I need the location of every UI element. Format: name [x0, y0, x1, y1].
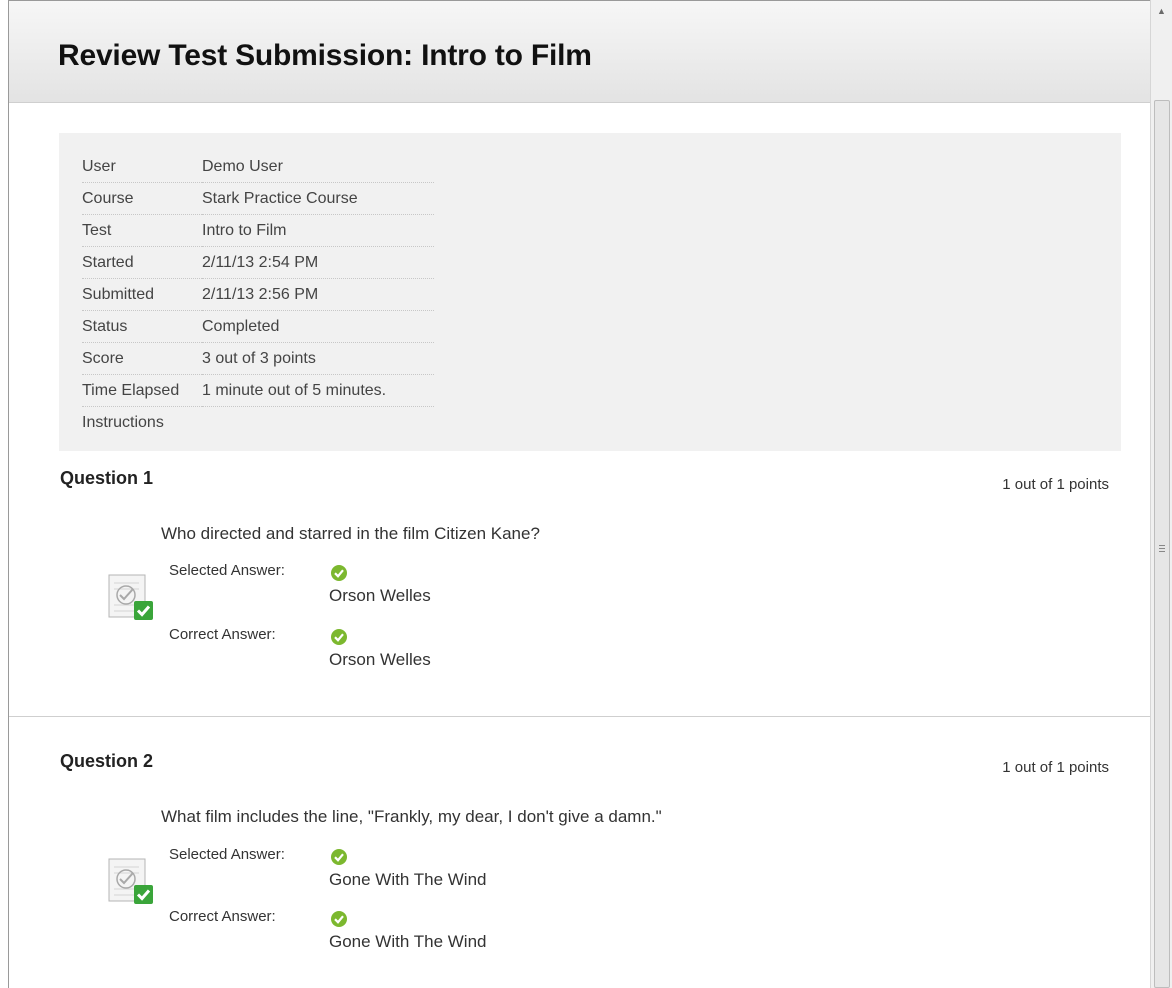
question-title: Question 2 [60, 751, 154, 771]
details-row: Status Completed [82, 310, 434, 343]
question-text: What film includes the line, "Frankly, m… [161, 807, 662, 826]
details-row: Course Stark Practice Course [82, 182, 434, 215]
details-row: Instructions [82, 407, 434, 439]
question-text: Who directed and starred in the film Cit… [161, 524, 540, 543]
grip-line [1159, 548, 1165, 549]
vertical-scrollbar[interactable]: ▲ [1150, 0, 1172, 988]
page-header: Review Test Submission: Intro to Film [9, 1, 1150, 103]
detail-value: Demo User [202, 151, 434, 183]
detail-label: Time Elapsed [82, 374, 202, 407]
details-row: Time Elapsed 1 minute out of 5 minutes. [82, 374, 434, 407]
submission-details: User Demo User Course Stark Practice Cours… [59, 133, 1121, 451]
page-title: Review Test Submission: Intro to Film [58, 39, 592, 72]
graded-correct-icon [105, 857, 155, 907]
graded-correct-icon [105, 573, 155, 623]
detail-label: Instructions [82, 413, 164, 431]
grip-line [1159, 551, 1165, 552]
details-row: User Demo User [82, 151, 434, 183]
question-points: 1 out of 1 points [1002, 476, 1109, 493]
correct-answer-label: Correct Answer: [169, 626, 276, 643]
detail-value: 2/11/13 2:56 PM [202, 278, 434, 311]
question-points: 1 out of 1 points [1002, 759, 1109, 776]
details-row: Submitted 2/11/13 2:56 PM [82, 278, 434, 311]
check-icon [330, 628, 348, 646]
detail-label: Course [82, 182, 202, 215]
detail-value: Completed [202, 310, 434, 343]
question-title: Question 1 [60, 468, 154, 488]
correct-answer-text: Gone With The Wind [329, 932, 487, 951]
detail-label: Score [82, 342, 202, 375]
scroll-up-arrow-icon[interactable]: ▲ [1151, 0, 1172, 22]
check-icon [330, 564, 348, 582]
details-row: Score 3 out of 3 points [82, 342, 434, 375]
detail-value: Stark Practice Course [202, 182, 434, 215]
correct-answer-text: Orson Welles [329, 650, 431, 669]
detail-label: Submitted [82, 278, 202, 311]
details-table: User Demo User Course Stark Practice Cours… [82, 151, 434, 438]
selected-answer-text: Gone With The Wind [329, 870, 487, 889]
detail-label: Started [82, 246, 202, 279]
detail-value: 2/11/13 2:54 PM [202, 246, 434, 279]
detail-value: Intro to Film [202, 214, 434, 247]
detail-value: 1 minute out of 5 minutes. [202, 374, 434, 407]
selected-answer-text: Orson Welles [329, 586, 431, 605]
details-row: Started 2/11/13 2:54 PM [82, 246, 434, 279]
detail-value: 3 out of 3 points [202, 342, 434, 375]
check-icon [330, 848, 348, 866]
detail-value [202, 407, 434, 439]
check-icon [330, 910, 348, 928]
correct-answer-label: Correct Answer: [169, 908, 276, 925]
detail-label: Status [82, 310, 202, 343]
selected-answer-label: Selected Answer: [169, 562, 285, 579]
details-row: Test Intro to Film [82, 214, 434, 247]
detail-label: Test [82, 214, 202, 247]
grip-line [1159, 545, 1165, 546]
scrollbar-thumb[interactable] [1154, 100, 1170, 988]
selected-answer-label: Selected Answer: [169, 846, 285, 863]
question-divider [9, 716, 1150, 717]
detail-label: User [82, 151, 202, 183]
review-frame: Review Test Submission: Intro to Film Us… [8, 0, 1150, 988]
